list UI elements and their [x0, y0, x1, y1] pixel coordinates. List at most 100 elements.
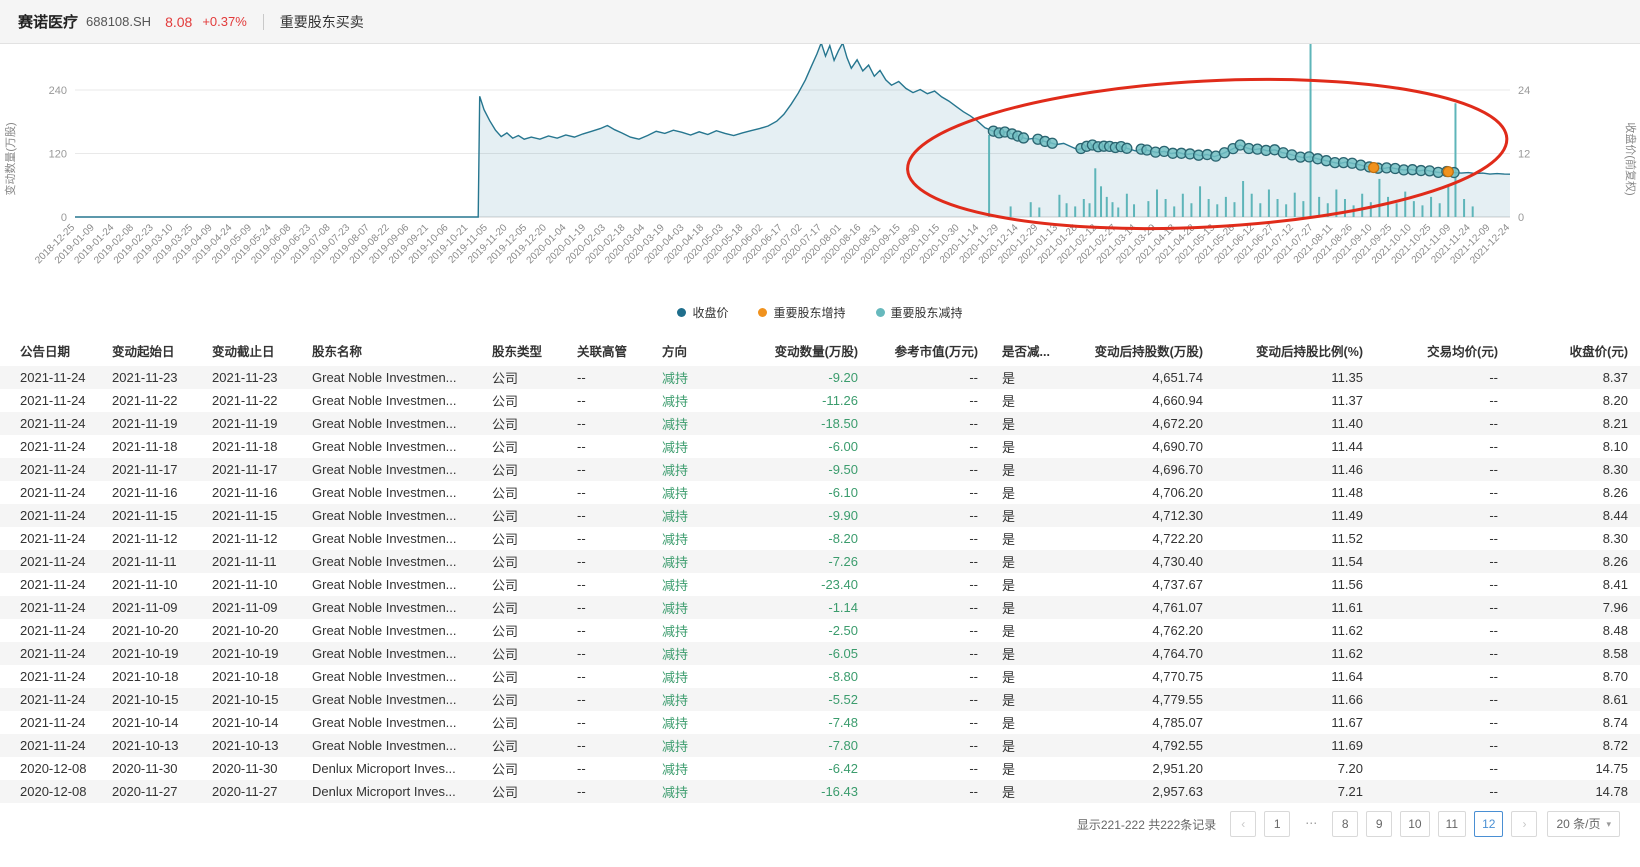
table-cell: 2021-11-24: [0, 596, 100, 619]
holder-sell-point: [1047, 138, 1057, 148]
table-cell: 2020-11-27: [100, 780, 200, 803]
table-cell: 8.48: [1510, 619, 1640, 642]
page-button-12[interactable]: 12: [1474, 811, 1503, 837]
legend-item[interactable]: 重要股东增持: [758, 304, 845, 321]
table-cell: 2021-11-10: [200, 573, 300, 596]
right-axis-title: 收盘价(前复权): [1624, 122, 1638, 195]
table-cell: --: [870, 619, 990, 642]
table-row[interactable]: 2021-11-242021-11-152021-11-15Great Nobl…: [0, 504, 1640, 527]
tab-important-holder-trades[interactable]: 重要股东买卖: [280, 12, 364, 32]
table-cell: 11.44: [1215, 435, 1375, 458]
holder-buy-point: [1443, 167, 1453, 177]
table-cell: 8.10: [1510, 435, 1640, 458]
legend-item[interactable]: 重要股东减持: [876, 304, 963, 321]
legend-item[interactable]: 收盘价: [677, 304, 728, 321]
table-row[interactable]: 2021-11-242021-10-182021-10-18Great Nobl…: [0, 665, 1640, 688]
table-cell: 11.62: [1215, 619, 1375, 642]
table-row[interactable]: 2021-11-242021-11-122021-11-12Great Nobl…: [0, 527, 1640, 550]
table-cell: 是: [990, 527, 1070, 550]
column-header: 变动后持股比例(%): [1215, 335, 1375, 366]
table-cell: --: [565, 366, 650, 389]
pagination-bar: 显示221-222 共222条记录 ‹1⋯89101112› 20 条/页 ▾: [0, 803, 1640, 837]
table-row[interactable]: 2021-11-242021-11-112021-11-11Great Nobl…: [0, 550, 1640, 573]
table-row[interactable]: 2020-12-082020-11-272020-11-27Denlux Mic…: [0, 780, 1640, 803]
table-row[interactable]: 2021-11-242021-10-192021-10-19Great Nobl…: [0, 642, 1640, 665]
page-button-10[interactable]: 10: [1400, 811, 1429, 837]
table-row[interactable]: 2021-11-242021-11-192021-11-19Great Nobl…: [0, 412, 1640, 435]
column-header: 变动截止日: [200, 335, 300, 366]
page-next-button[interactable]: ›: [1511, 811, 1537, 837]
table-cell: 2021-11-12: [100, 527, 200, 550]
table-cell: 4,722.20: [1070, 527, 1215, 550]
table-cell: 4,672.20: [1070, 412, 1215, 435]
table-cell: 2021-10-19: [100, 642, 200, 665]
table-cell: 2021-11-24: [0, 366, 100, 389]
table-cell: 减持: [650, 780, 745, 803]
table-cell: 2021-11-12: [200, 527, 300, 550]
table-cell: --: [565, 596, 650, 619]
table-cell: 2021-11-24: [0, 734, 100, 757]
table-cell: 8.41: [1510, 573, 1640, 596]
table-row[interactable]: 2021-11-242021-10-202021-10-20Great Nobl…: [0, 619, 1640, 642]
table-cell: -8.80: [745, 665, 870, 688]
table-cell: 11.52: [1215, 527, 1375, 550]
table-cell: --: [1375, 757, 1510, 780]
table-row[interactable]: 2021-11-242021-10-142021-10-14Great Nobl…: [0, 711, 1640, 734]
table-cell: 4,660.94: [1070, 389, 1215, 412]
table-cell: -6.05: [745, 642, 870, 665]
table-cell: --: [1375, 573, 1510, 596]
table-cell: 2021-11-16: [200, 481, 300, 504]
table-row[interactable]: 2021-11-242021-11-172021-11-17Great Nobl…: [0, 458, 1640, 481]
table-row[interactable]: 2021-11-242021-11-162021-11-16Great Nobl…: [0, 481, 1640, 504]
legend-label: 重要股东增持: [773, 304, 845, 321]
table-row[interactable]: 2021-11-242021-11-102021-11-10Great Nobl…: [0, 573, 1640, 596]
table-row[interactable]: 2021-11-242021-10-132021-10-13Great Nobl…: [0, 734, 1640, 757]
table-cell: Great Noble Investmen...: [300, 596, 480, 619]
table-row[interactable]: 2021-11-242021-11-232021-11-23Great Nobl…: [0, 366, 1640, 389]
table-cell: 8.70: [1510, 665, 1640, 688]
table-cell: -2.50: [745, 619, 870, 642]
right-axis-tick: 24: [1518, 85, 1530, 97]
table-cell: --: [870, 596, 990, 619]
holder-buy-point: [1369, 163, 1379, 173]
table-cell: 8.58: [1510, 642, 1640, 665]
table-cell: -7.80: [745, 734, 870, 757]
table-cell: 2021-11-23: [100, 366, 200, 389]
table-cell: -8.20: [745, 527, 870, 550]
table-cell: --: [1375, 458, 1510, 481]
page-button-1[interactable]: 1: [1264, 811, 1290, 837]
table-cell: 2021-11-24: [0, 504, 100, 527]
table-cell: 是: [990, 757, 1070, 780]
table-cell: 4,651.74: [1070, 366, 1215, 389]
table-cell: 2021-11-22: [100, 389, 200, 412]
page-button-11[interactable]: 11: [1438, 811, 1466, 837]
table-cell: 2021-11-23: [200, 366, 300, 389]
table-cell: Great Noble Investmen...: [300, 665, 480, 688]
table-row[interactable]: 2021-11-242021-11-092021-11-09Great Nobl…: [0, 596, 1640, 619]
table-row[interactable]: 2020-12-082020-11-302020-11-30Denlux Mic…: [0, 757, 1640, 780]
table-cell: 公司: [480, 573, 565, 596]
table-cell: --: [565, 435, 650, 458]
page-prev-button[interactable]: ‹: [1230, 811, 1256, 837]
table-cell: 2021-11-24: [0, 665, 100, 688]
table-cell: 2021-11-24: [0, 412, 100, 435]
table-cell: 公司: [480, 688, 565, 711]
table-cell: 2021-10-20: [100, 619, 200, 642]
table-cell: 2021-11-19: [100, 412, 200, 435]
page-button-8[interactable]: 8: [1332, 811, 1358, 837]
stock-code: 688108.SH: [86, 14, 151, 29]
table-cell: 4,785.07: [1070, 711, 1215, 734]
table-cell: --: [565, 573, 650, 596]
table-cell: --: [870, 550, 990, 573]
table-cell: --: [565, 550, 650, 573]
table-cell: 是: [990, 366, 1070, 389]
page-size-select[interactable]: 20 条/页 ▾: [1547, 811, 1620, 837]
table-cell: 2021-10-13: [200, 734, 300, 757]
table-cell: --: [1375, 780, 1510, 803]
table-row[interactable]: 2021-11-242021-11-182021-11-18Great Nobl…: [0, 435, 1640, 458]
table-cell: --: [870, 481, 990, 504]
table-row[interactable]: 2021-11-242021-10-152021-10-15Great Nobl…: [0, 688, 1640, 711]
table-cell: 14.78: [1510, 780, 1640, 803]
table-row[interactable]: 2021-11-242021-11-222021-11-22Great Nobl…: [0, 389, 1640, 412]
page-button-9[interactable]: 9: [1366, 811, 1392, 837]
